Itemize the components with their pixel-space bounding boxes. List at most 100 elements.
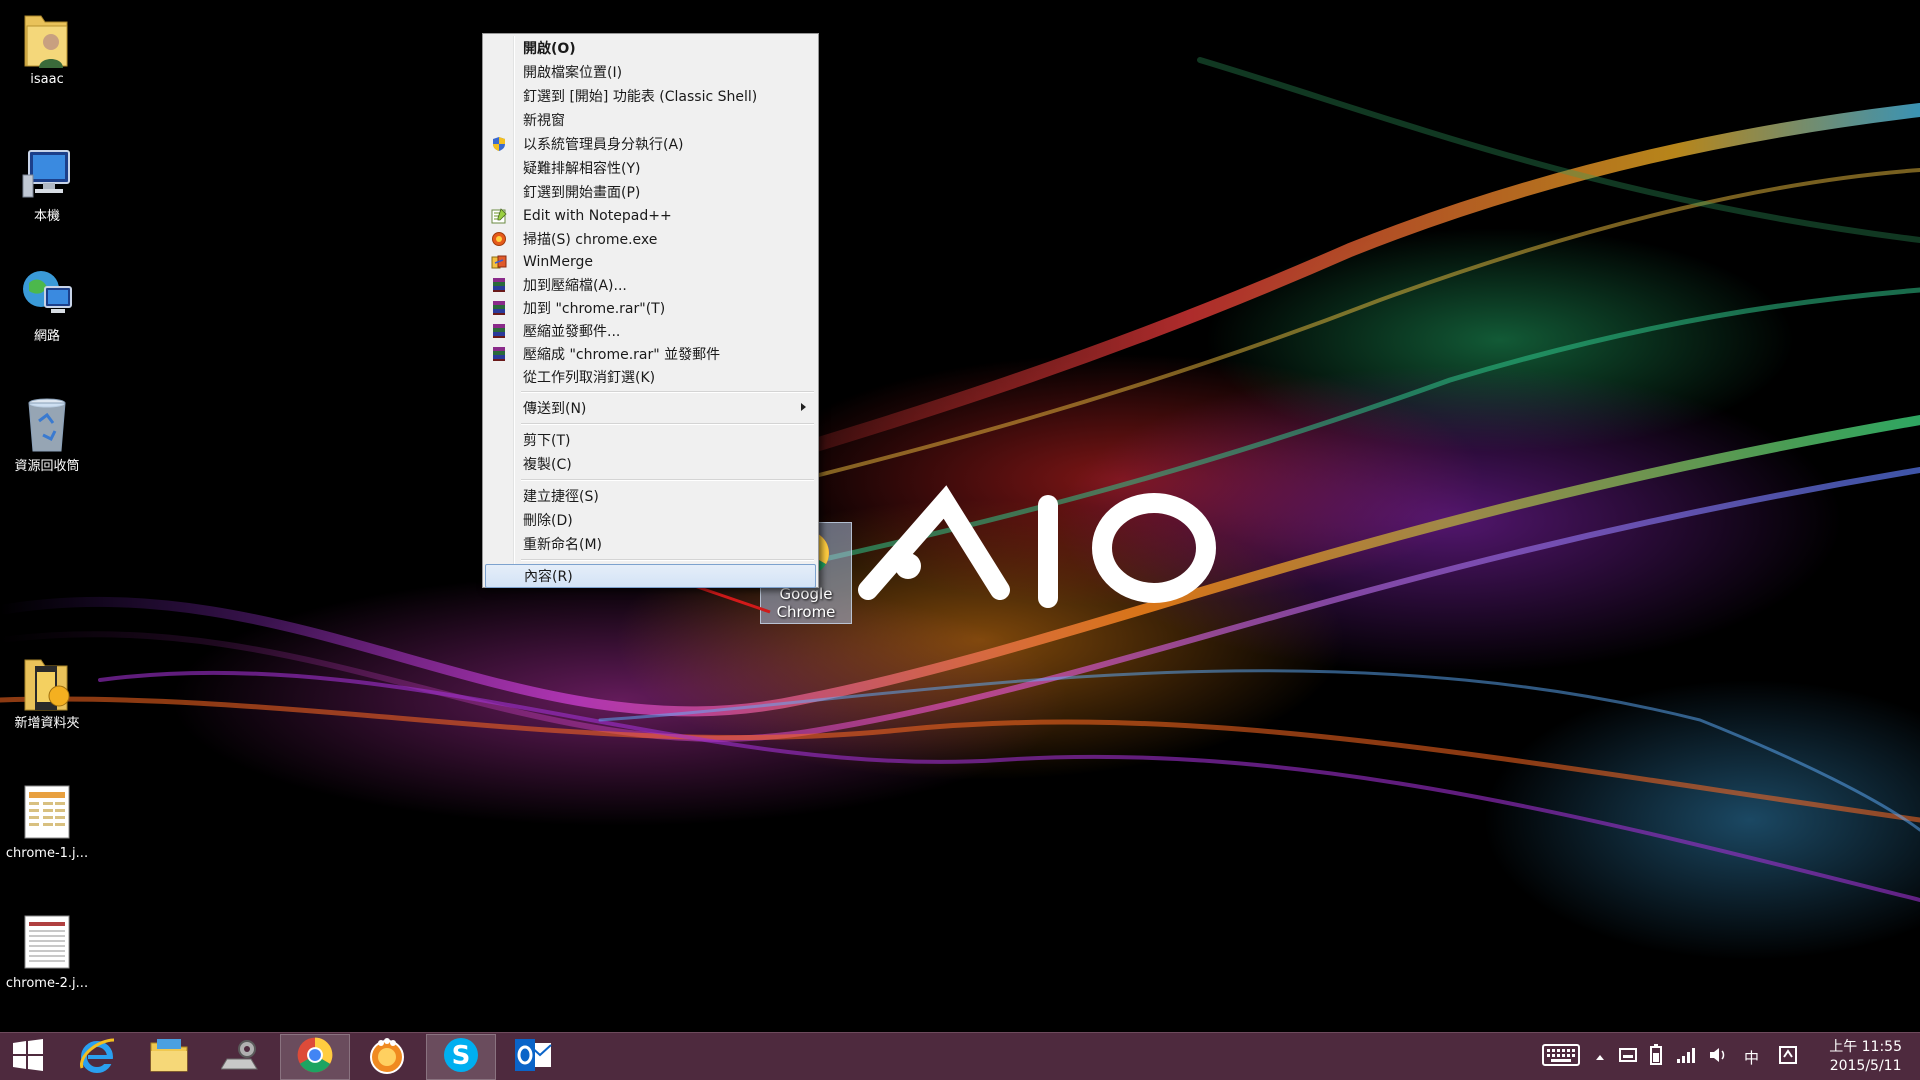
menu-item-compress-and-email[interactable]: 壓縮並發郵件... bbox=[485, 319, 816, 342]
menu-item-open-file-location[interactable]: 開啟檔案位置(I) bbox=[485, 60, 816, 84]
menu-separator bbox=[485, 476, 816, 484]
image-file-icon bbox=[19, 782, 75, 842]
desktop-icon-label: chrome-2.j... bbox=[5, 976, 89, 991]
user-folder-icon bbox=[19, 8, 75, 68]
menu-separator bbox=[485, 420, 816, 428]
submenu-arrow-icon bbox=[801, 403, 806, 411]
menu-item-label: 釘選到開始畫面(P) bbox=[523, 185, 641, 201]
menu-item-label: 釘選到 [開始] 功能表 (Classic Shell) bbox=[523, 89, 758, 105]
antivirus-icon bbox=[491, 231, 507, 247]
menu-item-label: 內容(R) bbox=[524, 569, 573, 585]
menu-item-label: 加到壓縮檔(A)... bbox=[523, 277, 627, 294]
desktop-icon-chrome-2[interactable]: chrome-2.j... bbox=[2, 912, 92, 992]
tray-action-icon[interactable] bbox=[1778, 1033, 1798, 1080]
windows-logo-icon bbox=[11, 1038, 45, 1076]
menu-item-scan-chrome-exe[interactable]: 掃描(S) chrome.exe bbox=[485, 227, 816, 250]
menu-item-pin-to-start-classic-shell[interactable]: 釘選到 [開始] 功能表 (Classic Shell) bbox=[485, 84, 816, 108]
taskbar-settings-tool[interactable] bbox=[206, 1034, 276, 1080]
menu-item-send-to[interactable]: 傳送到(N) bbox=[485, 396, 816, 420]
svg-text:S: S bbox=[452, 1041, 471, 1071]
desktop-icon-isaac[interactable]: isaac bbox=[2, 8, 92, 88]
menu-item-label: Edit with Notepad++ bbox=[523, 207, 672, 224]
ime-label: 中 bbox=[1744, 1048, 1760, 1067]
desktop-icon-this-pc[interactable]: 本機 bbox=[2, 145, 92, 225]
menu-separator bbox=[485, 556, 816, 564]
menu-item-delete[interactable]: 刪除(D) bbox=[485, 508, 816, 532]
menu-item-rename[interactable]: 重新命名(M) bbox=[485, 532, 816, 556]
desktop-icon-label: 網路 bbox=[33, 329, 60, 344]
touch-keyboard-button[interactable] bbox=[1542, 1033, 1580, 1080]
menu-item-run-as-admin[interactable]: 以系統管理員身分執行(A) bbox=[485, 132, 816, 156]
winrar-icon bbox=[491, 346, 507, 362]
menu-item-label: WinMerge bbox=[523, 253, 593, 270]
desktop-wallpaper bbox=[0, 0, 1920, 1032]
menu-item-pin-to-start-screen[interactable]: 釘選到開始畫面(P) bbox=[485, 180, 816, 204]
speaker-icon bbox=[1708, 1046, 1728, 1068]
taskbar-internet-explorer[interactable] bbox=[62, 1034, 132, 1080]
menu-item-label: 建立捷徑(S) bbox=[523, 489, 599, 505]
desktop-icon-label: isaac bbox=[30, 72, 64, 87]
menu-item-label: 剪下(T) bbox=[523, 433, 571, 449]
menu-item-label: 開啟(O) bbox=[523, 41, 576, 57]
menu-item-winmerge[interactable]: WinMerge bbox=[485, 250, 816, 273]
tray-device-icon[interactable] bbox=[1618, 1033, 1638, 1080]
winrar-icon bbox=[491, 323, 507, 339]
menu-item-label: 疑難排解相容性(Y) bbox=[523, 161, 641, 177]
taskbar-orange-app[interactable] bbox=[352, 1034, 422, 1080]
menu-item-label: 壓縮成 "chrome.rar" 並發郵件 bbox=[523, 346, 721, 363]
menu-item-label: 傳送到(N) bbox=[523, 401, 587, 417]
computer-icon bbox=[19, 145, 75, 205]
menu-item-new-window[interactable]: 新視窗 bbox=[485, 108, 816, 132]
menu-item-copy[interactable]: 複製(C) bbox=[485, 452, 816, 476]
orange-app-icon bbox=[367, 1035, 407, 1079]
menu-item-troubleshoot-compatibility[interactable]: 疑難排解相容性(Y) bbox=[485, 156, 816, 180]
outlook-icon bbox=[513, 1037, 553, 1077]
menu-item-label: 壓縮並發郵件... bbox=[523, 323, 621, 340]
taskbar-skype[interactable]: S bbox=[426, 1034, 496, 1080]
menu-item-label: 加到 "chrome.rar"(T) bbox=[523, 300, 666, 317]
menu-item-label: 複製(C) bbox=[523, 457, 572, 473]
desktop-icon-label: 資源回收筒 bbox=[14, 459, 80, 474]
desktop-icon-chrome-1[interactable]: chrome-1.j... bbox=[2, 782, 92, 862]
removable-device-icon bbox=[1618, 1046, 1638, 1068]
recycle-bin-icon bbox=[19, 395, 75, 455]
gear-laptop-icon bbox=[220, 1037, 261, 1077]
menu-item-unpin-from-taskbar[interactable]: 從工作列取消釘選(K) bbox=[485, 365, 816, 388]
desktop-icon-new-folder[interactable]: 新增資料夾 bbox=[2, 652, 92, 732]
notification-icon bbox=[1778, 1045, 1798, 1069]
taskbar-chrome[interactable] bbox=[280, 1034, 350, 1080]
winmerge-icon bbox=[491, 254, 507, 270]
desktop-icon-recycle-bin[interactable]: 資源回收筒 bbox=[2, 395, 92, 475]
desktop-icon-network[interactable]: 網路 bbox=[2, 265, 92, 345]
winrar-icon bbox=[491, 277, 507, 293]
menu-item-edit-with-notepadpp[interactable]: Edit with Notepad++ bbox=[485, 204, 816, 227]
menu-item-create-shortcut[interactable]: 建立捷徑(S) bbox=[485, 484, 816, 508]
ime-indicator[interactable]: 中 bbox=[1744, 1033, 1759, 1080]
desktop-icon-label: 新增資料夾 bbox=[14, 716, 80, 731]
menu-item-properties[interactable]: 內容(R) bbox=[485, 564, 816, 588]
chrome-icon bbox=[296, 1036, 334, 1078]
notepadpp-icon bbox=[491, 208, 507, 224]
taskbar-outlook[interactable] bbox=[498, 1034, 568, 1080]
file-explorer-icon bbox=[149, 1037, 189, 1077]
keyboard-icon bbox=[1542, 1044, 1580, 1070]
menu-item-label: 掃描(S) chrome.exe bbox=[523, 231, 658, 248]
winrar-icon bbox=[491, 300, 507, 316]
taskbar: S 中 上午 11:55 2015/5/11 bbox=[0, 1032, 1920, 1080]
menu-item-add-to-archive[interactable]: 加到壓縮檔(A)... bbox=[485, 273, 816, 296]
tray-battery-icon[interactable] bbox=[1648, 1033, 1664, 1080]
menu-item-label: 重新命名(M) bbox=[523, 537, 603, 553]
menu-item-compress-to-chrome-rar-and-email[interactable]: 壓縮成 "chrome.rar" 並發郵件 bbox=[485, 342, 816, 365]
menu-item-label: 刪除(D) bbox=[523, 513, 573, 529]
tray-network-icon[interactable] bbox=[1676, 1033, 1696, 1080]
menu-item-open[interactable]: 開啟(O) bbox=[485, 36, 816, 60]
menu-item-add-to-chrome-rar[interactable]: 加到 "chrome.rar"(T) bbox=[485, 296, 816, 319]
taskbar-clock[interactable]: 上午 11:55 2015/5/11 bbox=[1829, 1038, 1902, 1076]
tray-volume-icon[interactable] bbox=[1708, 1033, 1728, 1080]
menu-item-label: 從工作列取消釘選(K) bbox=[523, 369, 656, 386]
folder-icon bbox=[19, 652, 75, 712]
menu-item-cut[interactable]: 剪下(T) bbox=[485, 428, 816, 452]
show-hidden-icons-button[interactable] bbox=[1594, 1033, 1606, 1080]
taskbar-file-explorer[interactable] bbox=[134, 1034, 204, 1080]
start-button[interactable] bbox=[0, 1034, 56, 1080]
